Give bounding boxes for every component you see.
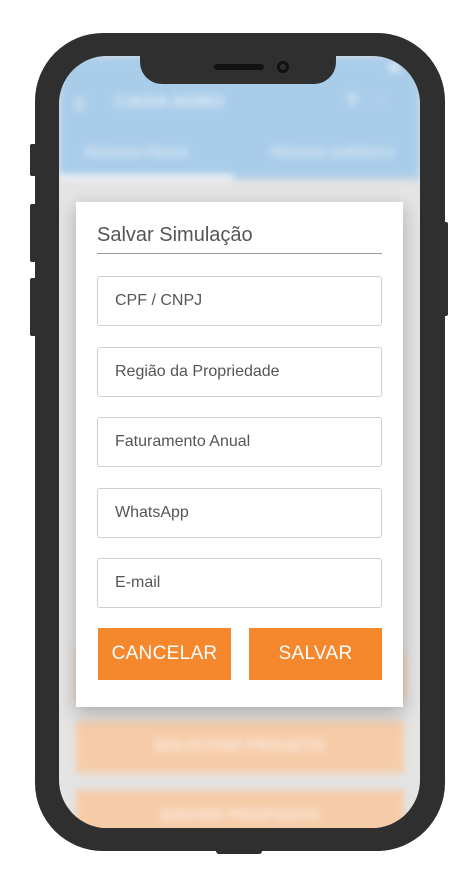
- title-divider: [97, 253, 382, 254]
- phone-notch: [140, 56, 336, 84]
- status-bar-icons: ▮▮: [388, 62, 400, 73]
- app-title: CAIXA AGRO: [115, 92, 224, 111]
- tab-pessoa-juridica: PESSOA JURÍDICA: [271, 145, 394, 160]
- faturamento-anual-field[interactable]: [97, 417, 382, 467]
- search-icon: ⚲: [346, 92, 358, 109]
- whatsapp-field[interactable]: [97, 488, 382, 538]
- cancel-button[interactable]: CANCELAR: [98, 628, 231, 680]
- dialog-title: Salvar Simulação: [97, 224, 253, 246]
- cpf-cnpj-field[interactable]: [97, 276, 382, 326]
- bottom-port: [216, 848, 262, 854]
- tab-indicator: [59, 175, 233, 179]
- save-simulation-dialog: Salvar Simulação CANCELAR SALVAR: [76, 202, 403, 707]
- more-options-icon: ⋮: [374, 92, 390, 109]
- tab-bar: PESSOA FÍSICA PESSOA JURÍDICA: [59, 121, 420, 179]
- tab-pessoa-fisica: PESSOA FÍSICA: [85, 145, 189, 160]
- save-button[interactable]: SALVAR: [249, 628, 382, 680]
- enviar-proposta-button: ENVIAR PROPOSTA: [76, 790, 404, 828]
- email-field[interactable]: [97, 558, 382, 608]
- speaker-grille: [214, 64, 264, 70]
- menu-icon: ☰: [73, 96, 86, 112]
- front-camera: [277, 61, 289, 73]
- solicitar-projeto-button: SOLICITAR PROJETO: [76, 721, 404, 773]
- regiao-propriedade-field[interactable]: [97, 347, 382, 397]
